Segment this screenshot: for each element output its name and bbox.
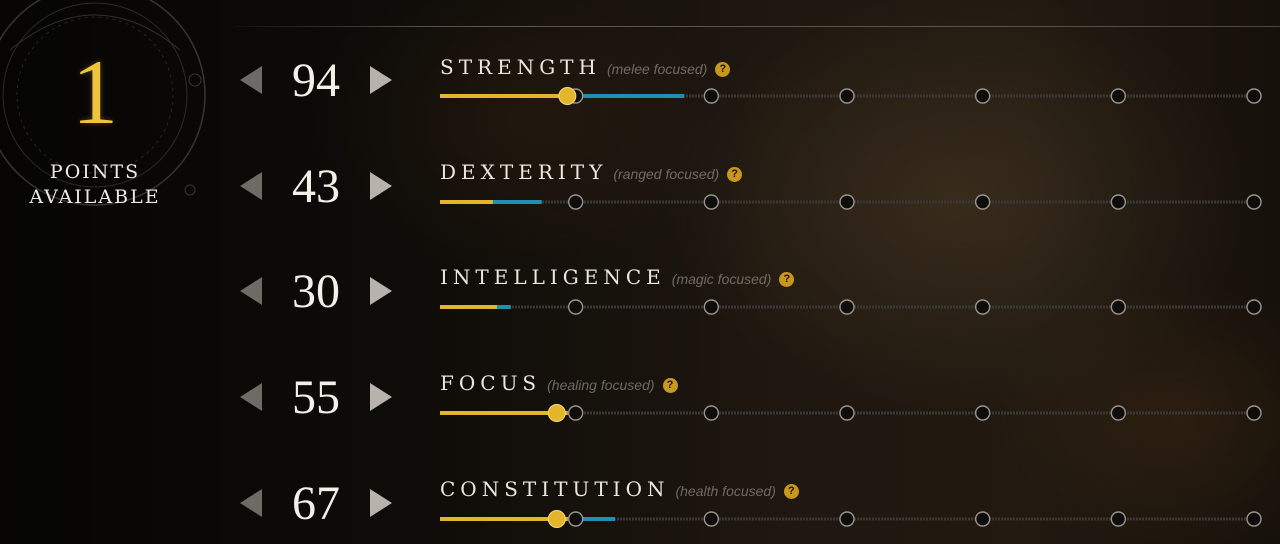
- dexterity-track[interactable]: [436, 190, 1266, 214]
- increase-dexterity-button[interactable]: [366, 170, 394, 202]
- focus-track[interactable]: [436, 401, 1266, 425]
- strength-track[interactable]: [436, 84, 1266, 108]
- milestone-node-6: [1246, 194, 1262, 210]
- arrow-right-icon: [370, 489, 392, 517]
- milestone-node-4: [974, 88, 991, 104]
- focus-value: 55: [292, 371, 340, 424]
- constitution-label: CONSTITUTION (health focused)?: [440, 477, 799, 503]
- dexterity-value: 43: [292, 160, 340, 213]
- milestone-node-2: [703, 194, 720, 210]
- arrow-left-icon: [240, 66, 262, 94]
- milestone-node-4: [974, 405, 991, 421]
- stat-subtitle: (ranged focused): [613, 166, 720, 182]
- help-icon[interactable]: ?: [779, 272, 795, 287]
- stat-row-dexterity: 43 DEXTERITY (ranged focused)?: [0, 148, 1280, 238]
- milestone-node-3: [839, 511, 855, 527]
- slider-handle: [558, 87, 577, 105]
- stat-name: INTELLIGENCE: [440, 265, 666, 289]
- stat-subtitle: (healing focused): [547, 377, 655, 393]
- stat-row-constitution: 67 CONSTITUTION (health focused)?: [0, 465, 1280, 544]
- milestone-node-1: [567, 511, 584, 527]
- milestone-node-4: [974, 511, 991, 527]
- stat-name: DEXTERITY: [440, 160, 608, 184]
- milestone-node-6: [1246, 88, 1262, 104]
- milestone-node-2: [703, 511, 720, 527]
- stat-name: FOCUS: [440, 371, 542, 395]
- slider-handle: [547, 510, 566, 528]
- stat-subtitle: (magic focused): [671, 271, 772, 287]
- help-icon[interactable]: ?: [662, 378, 678, 393]
- arrow-left-icon: [240, 277, 262, 305]
- intelligence-label: INTELLIGENCE (magic focused)?: [440, 265, 795, 291]
- milestone-node-6: [1246, 511, 1262, 527]
- decrease-intelligence-button[interactable]: [238, 275, 266, 307]
- milestone-node-5: [1110, 88, 1127, 104]
- stat-row-focus: 55 FOCUS (healing focused)?: [0, 359, 1280, 449]
- stat-subtitle: (melee focused): [606, 61, 708, 77]
- arrow-left-icon: [240, 383, 262, 411]
- milestone-node-6: [1246, 405, 1262, 421]
- decrease-strength-button[interactable]: [238, 64, 266, 96]
- increase-constitution-button[interactable]: [366, 487, 394, 519]
- milestone-node-5: [1110, 511, 1127, 527]
- stat-row-intelligence: 30 INTELLIGENCE (magic focused)?: [0, 253, 1280, 343]
- stat-name: CONSTITUTION: [440, 477, 670, 501]
- constitution-track[interactable]: [436, 507, 1266, 531]
- intelligence-track[interactable]: [436, 295, 1266, 319]
- milestone-node-5: [1110, 194, 1127, 210]
- milestone-node-5: [1110, 299, 1127, 315]
- arrow-left-icon: [240, 489, 262, 517]
- top-divider: [235, 26, 1280, 27]
- stat-row-strength: 94 STRENGTH (melee focused)?: [0, 42, 1280, 132]
- milestone-node-3: [839, 299, 855, 315]
- stat-name: STRENGTH: [440, 55, 601, 79]
- stat-subtitle: (health focused): [675, 483, 776, 499]
- milestone-node-3: [839, 194, 855, 210]
- milestone-node-3: [839, 88, 855, 104]
- focus-label: FOCUS (healing focused)?: [440, 371, 678, 397]
- arrow-left-icon: [240, 172, 262, 200]
- decrease-dexterity-button[interactable]: [238, 170, 266, 202]
- decrease-focus-button[interactable]: [238, 381, 266, 413]
- slider-handle: [547, 404, 566, 422]
- strength-label: STRENGTH (melee focused)?: [440, 55, 731, 81]
- milestone-node-4: [974, 194, 991, 210]
- increase-focus-button[interactable]: [366, 381, 394, 413]
- arrow-right-icon: [370, 277, 392, 305]
- decrease-constitution-button[interactable]: [238, 487, 266, 519]
- milestone-node-2: [703, 405, 720, 421]
- arrow-right-icon: [370, 66, 392, 94]
- intelligence-value: 30: [292, 265, 340, 318]
- milestone-node-1: [567, 405, 584, 421]
- increase-strength-button[interactable]: [366, 64, 394, 96]
- milestone-node-4: [974, 299, 991, 315]
- help-icon[interactable]: ?: [727, 167, 743, 182]
- arrow-right-icon: [370, 172, 392, 200]
- strength-value: 94: [292, 54, 340, 107]
- milestone-node-2: [703, 299, 720, 315]
- milestone-node-3: [839, 405, 855, 421]
- milestone-node-2: [703, 88, 720, 104]
- increase-intelligence-button[interactable]: [366, 275, 394, 307]
- arrow-right-icon: [370, 383, 392, 411]
- help-icon[interactable]: ?: [715, 62, 731, 77]
- dexterity-label: DEXTERITY (ranged focused)?: [440, 160, 743, 186]
- milestone-node-5: [1110, 405, 1127, 421]
- constitution-value: 67: [292, 477, 340, 530]
- help-icon[interactable]: ?: [783, 484, 799, 499]
- milestone-node-1: [567, 194, 584, 210]
- milestone-node-1: [567, 299, 584, 315]
- milestone-node-6: [1246, 299, 1262, 315]
